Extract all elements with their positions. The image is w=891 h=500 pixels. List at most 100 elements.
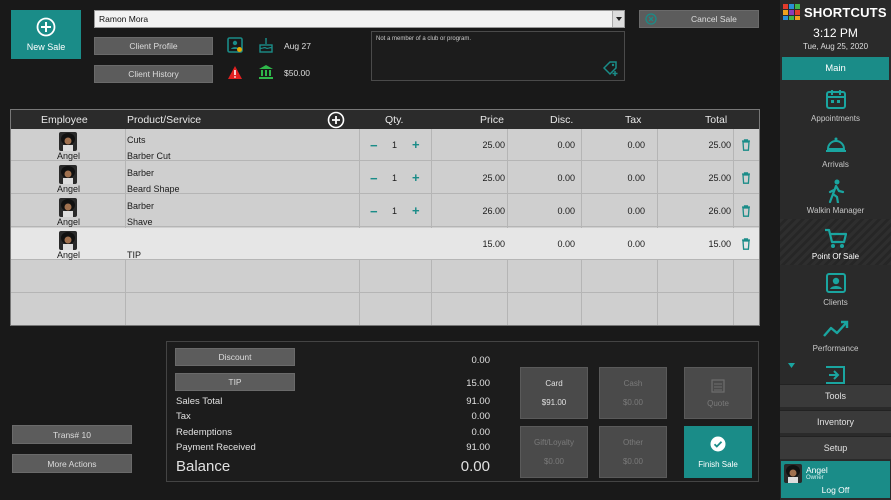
table-row[interactable]: Angel TIP 15.00 0.00 0.00 15.00 <box>11 228 759 260</box>
nav-label: Point Of Sale <box>811 252 860 261</box>
tax-label: Tax <box>176 411 191 422</box>
new-sale-button[interactable]: New Sale <box>11 10 81 59</box>
tip-label: TIP <box>228 377 242 387</box>
item-tax: 0.00 <box>627 206 645 216</box>
tip-value: 15.00 <box>466 378 490 389</box>
client-card-icon[interactable] <box>227 37 243 53</box>
qty-increase-button[interactable]: + <box>412 137 420 152</box>
nav-label: Appointments <box>811 114 860 123</box>
nav-item-walkin-manager[interactable]: Walkin Manager <box>780 173 891 219</box>
client-profile-label: Client Profile <box>129 41 178 51</box>
chevron-down-icon[interactable] <box>612 11 624 27</box>
tip-button[interactable]: TIP <box>175 373 295 391</box>
qty-value: 1 <box>392 206 398 216</box>
gift-loyalty-button[interactable]: Gift/Loyalty $0.00 <box>520 426 588 478</box>
warning-icon[interactable] <box>227 65 243 80</box>
quote-label: Quote <box>707 398 729 408</box>
item-price: 26.00 <box>482 206 505 216</box>
nav-inventory[interactable]: Inventory <box>780 410 891 433</box>
employee-name: Angel <box>57 184 81 194</box>
payment-received-value: 91.00 <box>466 442 490 453</box>
nav-item-clients[interactable]: Clients <box>780 265 891 311</box>
scroll-down-arrow-icon[interactable] <box>788 363 795 368</box>
gift-amount: $0.00 <box>543 457 565 466</box>
col-price: Price <box>480 114 504 126</box>
cash-amount: $0.00 <box>622 398 644 407</box>
sign-in-icon <box>824 366 846 384</box>
table-row-empty <box>11 294 759 326</box>
birthday-date: Aug 27 <box>284 41 311 51</box>
cancel-sale-button[interactable]: Cancel Sale <box>639 10 759 28</box>
table-row[interactable]: Angel Barber Shave − 1 + 26.00 0.00 0.00… <box>11 195 759 227</box>
redemptions-value: 0.00 <box>471 427 491 438</box>
client-name: Ramon Mora <box>99 14 149 24</box>
qty-decrease-button[interactable]: − <box>370 171 378 186</box>
nav-item-arrivals[interactable]: Arrivals <box>780 127 891 173</box>
setup-label: Setup <box>823 443 848 453</box>
payment-received-label: Payment Received <box>176 442 256 453</box>
client-history-button[interactable]: Client History <box>94 65 213 83</box>
item-tax: 0.00 <box>627 173 645 183</box>
brand-logo: SHORTCUTS <box>783 4 887 20</box>
user-role: Owner <box>806 475 824 481</box>
trash-icon[interactable] <box>741 238 751 250</box>
trend-icon <box>822 320 849 338</box>
finish-sale-label: Finish Sale <box>698 459 738 469</box>
calculator-icon <box>711 378 725 393</box>
nav-label: Clients <box>823 298 848 307</box>
right-nav: SHORTCUTS 3:12 PM Tue, Aug 25, 2020 Main… <box>780 0 891 500</box>
more-actions-label: More Actions <box>47 458 97 469</box>
nav-item-point-of-sale[interactable]: Point Of Sale <box>780 219 891 265</box>
cash-payment-button[interactable]: Cash $0.00 <box>599 367 667 419</box>
plus-circle-icon <box>36 17 56 37</box>
trash-icon[interactable] <box>741 172 751 184</box>
more-actions-button[interactable]: More Actions <box>12 454 132 473</box>
nav-item-appointments[interactable]: Appointments <box>780 81 891 127</box>
nav-main-header[interactable]: Main <box>782 57 889 80</box>
trash-icon[interactable] <box>741 139 751 151</box>
col-tax: Tax <box>625 114 642 126</box>
item-total: 26.00 <box>708 206 731 216</box>
brand-name: SHORTCUTS <box>804 4 887 20</box>
finish-sale-button[interactable]: Finish Sale <box>684 426 752 478</box>
item-total: 25.00 <box>708 140 731 150</box>
qty-decrease-button[interactable]: − <box>370 138 378 153</box>
table-row[interactable]: Angel Barber Beard Shape − 1 + 25.00 0.0… <box>11 162 759 194</box>
trash-icon[interactable] <box>741 205 751 217</box>
card-payment-button[interactable]: Card $91.00 <box>520 367 588 419</box>
nav-tools[interactable]: Tools <box>780 384 891 407</box>
add-item-icon[interactable] <box>327 111 345 129</box>
item-name: TIP <box>127 250 142 260</box>
other-label: Other <box>622 438 643 447</box>
clock-time: 3:12 PM <box>813 26 858 40</box>
qty-increase-button[interactable]: + <box>412 203 420 218</box>
client-profile-button[interactable]: Client Profile <box>94 37 213 55</box>
qty-decrease-button[interactable]: − <box>370 204 378 219</box>
item-category: Cuts <box>127 135 146 145</box>
nav-item-performance[interactable]: Performance <box>780 311 891 357</box>
logoff-button[interactable]: Log Off <box>781 485 890 495</box>
qty-value: 1 <box>392 140 398 150</box>
trans-label: Trans# 10 <box>53 429 91 440</box>
trans-number-button[interactable]: Trans# 10 <box>12 425 132 444</box>
item-price: 15.00 <box>482 239 505 249</box>
other-payment-button[interactable]: Other $0.00 <box>599 426 667 478</box>
quote-button[interactable]: Quote <box>684 367 752 419</box>
table-row[interactable]: Angel Cuts Barber Cut − 1 + 25.00 0.00 0… <box>11 129 759 161</box>
item-name: Barber Cut <box>127 151 171 161</box>
nav-setup[interactable]: Setup <box>780 436 891 459</box>
qty-value: 1 <box>392 173 398 183</box>
item-name: Beard Shape <box>127 184 180 194</box>
client-history-label: Client History <box>128 69 179 79</box>
user-panel[interactable]: Angel Owner Log Off <box>781 461 890 498</box>
walking-icon <box>827 179 845 203</box>
sales-total-value: 91.00 <box>466 396 490 407</box>
client-select[interactable]: Ramon Mora <box>94 10 625 28</box>
item-tax: 0.00 <box>627 239 645 249</box>
redemptions-label: Redemptions <box>176 427 232 438</box>
membership-note: Not a member of a club or program. <box>376 36 472 42</box>
discount-button[interactable]: Discount <box>175 348 295 366</box>
tag-add-icon[interactable] <box>603 61 619 76</box>
nav-label: Walkin Manager <box>806 206 865 215</box>
qty-increase-button[interactable]: + <box>412 170 420 185</box>
